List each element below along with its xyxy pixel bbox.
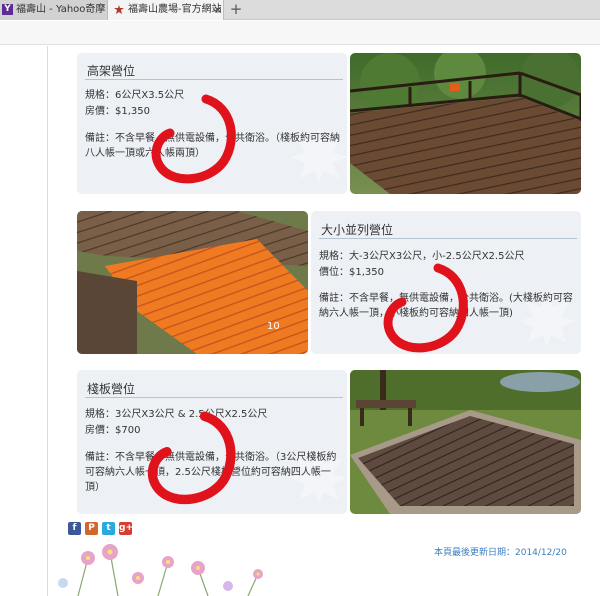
campsite-note: 備註：不含早餐，無供電設備，公共衛浴。（3公尺棧板約可容納六人帳一頂，2.5公尺… [85,452,337,493]
close-tab-icon[interactable]: × [212,0,224,20]
campsite-spec: 規格：大-3公尺X3公尺，小-2.5公尺X2.5公尺 [319,251,525,262]
googleplus-icon[interactable]: g+ [119,522,133,535]
elevated-deck-photo [350,53,581,194]
campsite-price: 房價：$700 [85,425,141,436]
campsite-card-side-by-side: 大小並列營位 規格：大-3公尺X3公尺，小-2.5公尺X2.5公尺 價位：$1,… [311,211,581,354]
campsite-spec: 規格：3公尺X3公尺 & 2.5公尺X2.5公尺 [85,409,268,420]
tab-label: 福壽山 - Yahoo奇摩 搜尋結果 [16,4,107,15]
campsite-title: 高架營位 [87,64,136,78]
svg-text:10: 10 [267,321,280,332]
title-divider [85,397,343,398]
campsite-price: 房價：$1,350 [85,106,150,117]
last-updated-date: 本頁最後更新日期：2014/12/20 [434,548,567,558]
campsite-title: 棧板營位 [87,382,136,396]
campsite-card-elevated: 高架營位 規格：6公尺X3.5公尺 房價：$1,350 備註：不含早餐，無供電設… [77,53,347,194]
pallet-deck-photo [350,370,581,514]
flower-decoration [58,544,263,596]
yahoo-icon: Y [2,4,13,15]
campsite-card-pallet: 棧板營位 規格：3公尺X3公尺 & 2.5公尺X2.5公尺 房價：$700 備註… [77,370,347,514]
tab-yahoo-search[interactable]: Y 福壽山 - Yahoo奇摩 搜尋結果 [0,0,108,20]
campsite-note: 備註：不含早餐，無供電設備，公共衛浴。(大棧板約可容納六人帳一頂，小棧板約可容納… [319,293,573,319]
plurk-icon[interactable]: P [85,522,98,535]
leaf-icon [114,5,124,14]
campsite-title: 大小並列營位 [321,223,394,237]
twitter-icon[interactable]: t [102,522,115,535]
browser-toolbar [0,21,600,45]
facebook-icon[interactable]: f [68,522,81,535]
browser-tab-bar: Y 福壽山 - Yahoo奇摩 搜尋結果 福壽山農場-官方網站 × + [0,0,600,20]
tab-fushoushan-farm[interactable]: 福壽山農場-官方網站 [108,0,224,20]
orange-deck-photo: 10 [77,211,308,354]
campsite-note: 備註：不含早餐，無供電設備，公共衛浴。（棧板約可容納八人帳一頂或六人帳兩頂） [85,133,340,159]
campsite-spec: 規格：6公尺X3.5公尺 [85,90,185,101]
new-tab-button[interactable]: + [229,0,243,20]
title-divider [85,79,343,80]
campsite-price: 價位：$1,350 [319,267,384,278]
tab-label: 福壽山農場-官方網站 [128,4,222,15]
title-divider [319,238,577,239]
content-left-border [47,46,48,596]
